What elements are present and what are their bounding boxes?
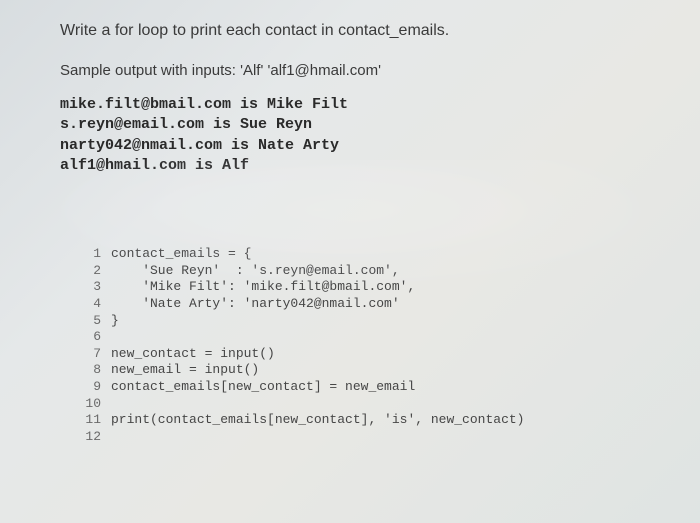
line-number: 2 — [85, 263, 111, 280]
code-line: 11 print(contact_emails[new_contact], 'i… — [85, 412, 680, 429]
code-line: 12 — [85, 429, 680, 446]
line-number: 9 — [85, 379, 111, 396]
code-line: 8 new_email = input() — [85, 362, 680, 379]
document-page: Write a for loop to print each contact i… — [0, 0, 700, 523]
code-text: 'Sue Reyn' : 's.reyn@email.com', — [111, 263, 400, 280]
question-prompt: Write a for loop to print each contact i… — [60, 22, 680, 40]
content-area: Write a for loop to print each contact i… — [60, 0, 680, 446]
line-number: 6 — [85, 329, 111, 346]
line-number: 3 — [85, 279, 111, 296]
code-text: contact_emails = { — [111, 246, 251, 263]
code-text: 'Nate Arty': 'narty042@nmail.com' — [111, 296, 400, 313]
code-text: } — [111, 313, 119, 330]
line-number: 7 — [85, 346, 111, 363]
code-line: 6 — [85, 329, 680, 346]
line-number: 4 — [85, 296, 111, 313]
sample-output-label: Sample output with inputs: 'Alf' 'alf1@h… — [60, 62, 680, 79]
code-line: 4 'Nate Arty': 'narty042@nmail.com' — [85, 296, 680, 313]
output-line: narty042@nmail.com is Nate Arty — [60, 136, 680, 156]
output-line: mike.filt@bmail.com is Mike Filt — [60, 95, 680, 115]
output-line: s.reyn@email.com is Sue Reyn — [60, 115, 680, 135]
code-text: 'Mike Filt': 'mike.filt@bmail.com', — [111, 279, 415, 296]
code-text: new_contact = input() — [111, 346, 275, 363]
code-text: contact_emails[new_contact] = new_email — [111, 379, 415, 396]
code-line: 5 } — [85, 313, 680, 330]
code-line: 3 'Mike Filt': 'mike.filt@bmail.com', — [85, 279, 680, 296]
code-line: 9 contact_emails[new_contact] = new_emai… — [85, 379, 680, 396]
line-number: 12 — [85, 429, 111, 446]
line-number: 10 — [85, 396, 111, 413]
code-text: print(contact_emails[new_contact], 'is',… — [111, 412, 524, 429]
code-line: 1 contact_emails = { — [85, 246, 680, 263]
line-number: 11 — [85, 412, 111, 429]
sample-output-block: mike.filt@bmail.com is Mike Filt s.reyn@… — [60, 95, 680, 176]
code-line: 2 'Sue Reyn' : 's.reyn@email.com', — [85, 263, 680, 280]
output-line: alf1@hmail.com is Alf — [60, 156, 680, 176]
line-number: 5 — [85, 313, 111, 330]
code-line: 7 new_contact = input() — [85, 346, 680, 363]
line-number: 8 — [85, 362, 111, 379]
code-block: 1 contact_emails = { 2 'Sue Reyn' : 's.r… — [85, 246, 680, 446]
line-number: 1 — [85, 246, 111, 263]
code-text: new_email = input() — [111, 362, 259, 379]
code-line: 10 — [85, 396, 680, 413]
